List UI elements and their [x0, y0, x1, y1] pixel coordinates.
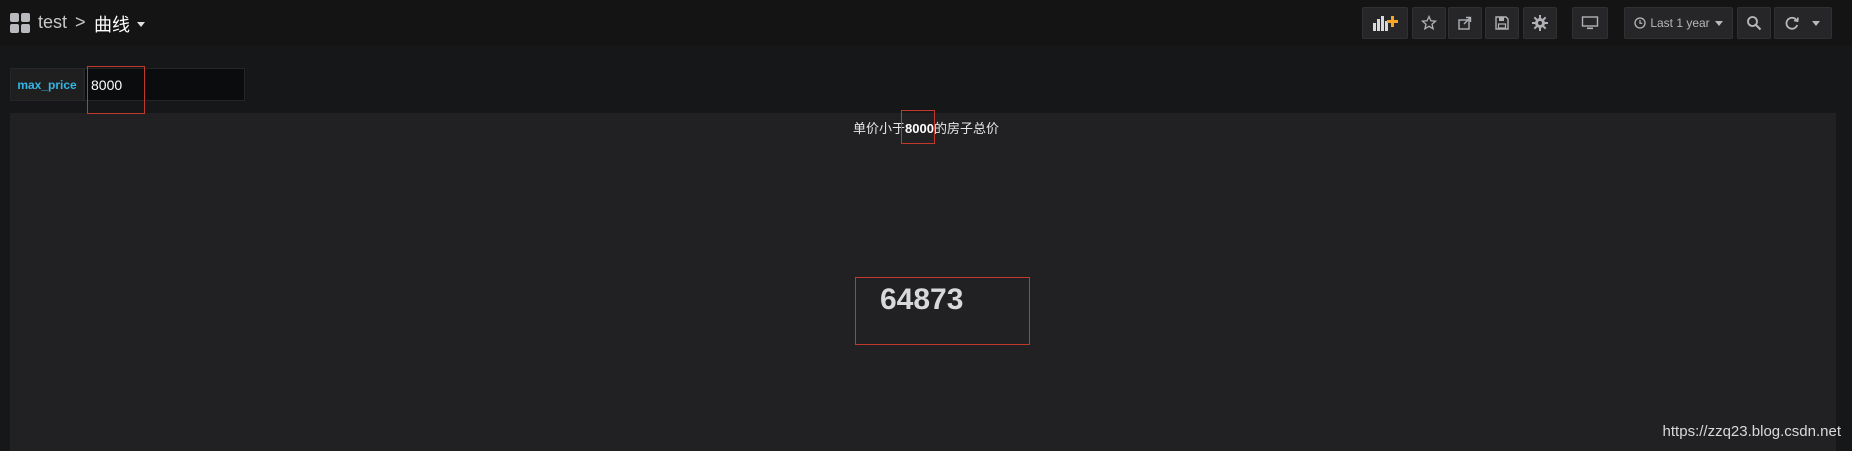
top-navbar: test > 曲线 Last 1 year [0, 0, 1852, 46]
annotation-box-title [901, 110, 935, 144]
time-range-picker[interactable]: Last 1 year [1624, 7, 1733, 39]
share-icon [1458, 16, 1472, 30]
star-icon [1421, 15, 1437, 31]
variable-label: max_price [10, 68, 84, 101]
settings-button[interactable] [1523, 7, 1557, 39]
share-button[interactable] [1448, 7, 1482, 39]
chevron-down-icon[interactable] [137, 22, 145, 27]
watermark: https://zzq23.blog.csdn.net [1662, 423, 1841, 440]
tv-mode-button[interactable] [1572, 7, 1608, 39]
add-panel-button[interactable] [1362, 7, 1408, 39]
refresh-icon [1785, 16, 1799, 30]
breadcrumb-folder[interactable]: test [38, 12, 67, 33]
refresh-interval-caret-icon[interactable] [1812, 20, 1820, 26]
save-icon [1495, 16, 1509, 30]
dashboard-title[interactable]: 曲线 [94, 11, 130, 37]
gear-icon [1532, 15, 1548, 31]
refresh-button[interactable] [1774, 7, 1832, 39]
star-button[interactable] [1412, 7, 1446, 39]
annotation-box-stat [855, 277, 1030, 345]
time-range-label: Last 1 year [1650, 16, 1710, 30]
zoom-out-icon [1747, 16, 1762, 31]
clock-icon [1634, 17, 1646, 29]
monitor-icon [1581, 16, 1599, 30]
panel-title-suffix: 的房子总价 [933, 121, 999, 136]
panel-title-prefix: 单价小于 [853, 121, 906, 136]
breadcrumb-separator-icon: > [75, 12, 86, 32]
dashboard-grid-icon[interactable] [10, 13, 30, 33]
bar-chart-plus-icon [1373, 16, 1398, 31]
save-button[interactable] [1485, 7, 1519, 39]
annotation-box-variable [87, 66, 145, 114]
zoom-out-button[interactable] [1737, 7, 1771, 39]
chevron-down-icon [1714, 20, 1723, 26]
